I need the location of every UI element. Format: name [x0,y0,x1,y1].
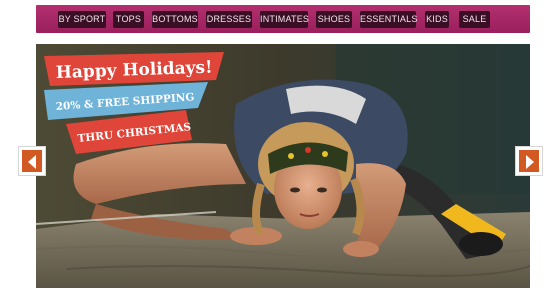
carousel-next-button[interactable] [515,146,543,176]
hero-banner[interactable]: Happy Holidays! 20% & FREE SHIPPING THRU… [36,44,530,288]
nav-item-intimates[interactable]: INTIMATES [260,11,309,28]
nav-item-tops[interactable]: TOPS [113,11,144,28]
nav-item-shoes[interactable]: SHOES [316,11,352,28]
carousel-prev-button[interactable] [18,146,46,176]
nav-item-by-sport[interactable]: BY SPORT [58,11,106,28]
nav-item-kids[interactable]: KIDS [425,11,449,28]
top-navigation-bar: BY SPORT TOPS BOTTOMS DRESSES INTIMATES … [36,5,530,33]
nav-item-bottoms[interactable]: BOTTOMS [152,11,198,28]
chevron-left-icon [28,155,36,169]
chevron-right-icon [526,155,534,169]
hero-image: Happy Holidays! 20% & FREE SHIPPING THRU… [36,44,530,288]
nav-item-dresses[interactable]: DRESSES [206,11,252,28]
nav-items: BY SPORT TOPS BOTTOMS DRESSES INTIMATES … [36,5,530,33]
nav-item-essentials[interactable]: ESSENTIALS [360,11,417,28]
nav-item-sale[interactable]: SALE [459,11,490,28]
